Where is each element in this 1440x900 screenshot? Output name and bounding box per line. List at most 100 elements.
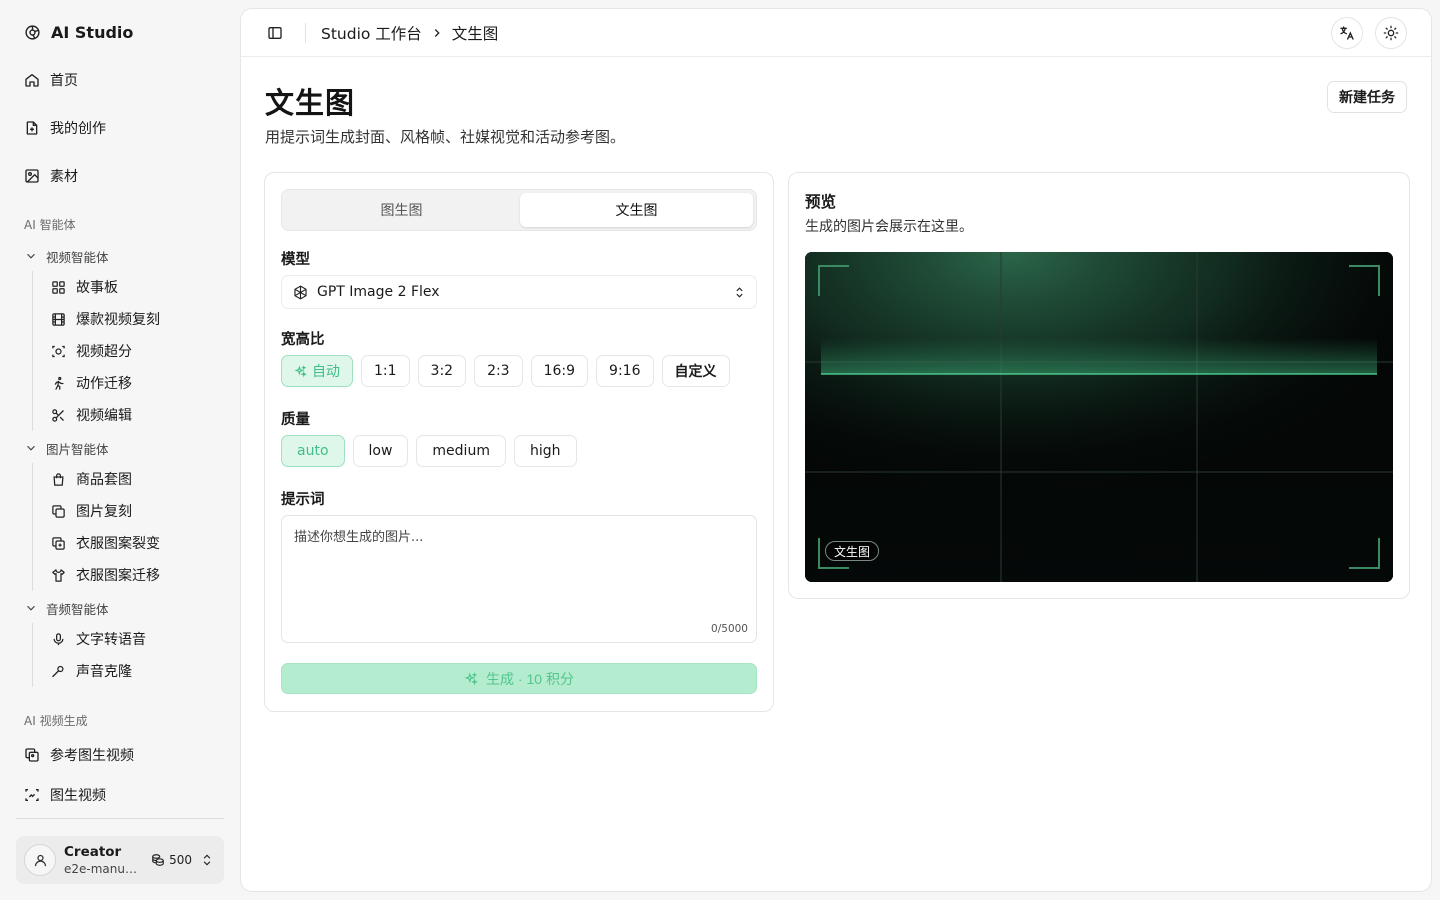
sidebar-item-viral-video-copy[interactable]: 爆款视频复刻 xyxy=(43,303,222,335)
sidebar-item-label: 图生视频 xyxy=(50,788,106,804)
tab-text-to-image[interactable]: 文生图 xyxy=(520,193,753,227)
sidebar-item-product-set[interactable]: 商品套图 xyxy=(43,463,222,495)
sparkles-icon xyxy=(464,671,479,686)
prompt-field: 0/5000 xyxy=(281,515,757,643)
user-icon xyxy=(33,853,48,868)
film-icon xyxy=(51,312,66,327)
quality-label: 质量 xyxy=(281,412,310,428)
group-label: 视频智能体 xyxy=(46,249,109,265)
sidebar-item-label: 视频超分 xyxy=(76,344,132,360)
aspect-option-9-16[interactable]: 9:16 xyxy=(596,355,654,387)
sidebar-item-label: 首页 xyxy=(50,73,78,89)
prompt-input[interactable] xyxy=(282,516,756,642)
sidebar-item-label: 动作迁移 xyxy=(76,376,132,392)
quality-option-low[interactable]: low xyxy=(352,435,409,467)
user-name: Creator xyxy=(64,843,122,860)
group-toggle-audio-agents[interactable]: 音频智能体 xyxy=(24,598,109,618)
quality-option-auto[interactable]: auto xyxy=(281,435,345,467)
chevrons-up-down-icon xyxy=(733,286,746,299)
sidebar-item-label: 视频编辑 xyxy=(76,408,132,424)
sidebar-item-image-copy[interactable]: 图片复刻 xyxy=(43,495,222,527)
aspect-ratio-options: 自动 1:1 3:2 2:3 16:9 9:16 自定义 xyxy=(281,355,730,387)
voice-wand-icon xyxy=(51,664,66,679)
coins-icon xyxy=(151,853,165,867)
user-info: Creator e2e-manua... xyxy=(64,844,143,877)
language-button[interactable] xyxy=(1331,17,1363,49)
quality-option-medium[interactable]: medium xyxy=(416,435,506,467)
topbar-divider xyxy=(305,23,306,43)
sidebar-item-label: 声音克隆 xyxy=(76,664,132,680)
sun-icon xyxy=(1383,25,1399,41)
main-panel: Studio 工作台 文生图 文生图 用提示词生成封面、风格帧、社媒视觉和活动参… xyxy=(240,8,1432,892)
sidebar-item-home[interactable]: 首页 xyxy=(16,64,224,96)
home-icon xyxy=(24,72,40,88)
sidebar-item-pattern-fission[interactable]: 衣服图案裂变 xyxy=(43,527,222,559)
sidebar-divider xyxy=(16,818,224,819)
preview-panel: 预览 生成的图片会展示在这里。 文生图 xyxy=(788,172,1410,599)
preview-canvas: 文生图 xyxy=(805,252,1393,582)
scissors-icon xyxy=(51,408,66,423)
sidebar-item-video-edit[interactable]: 视频编辑 xyxy=(43,399,222,431)
microphone-icon xyxy=(51,632,66,647)
chevron-right-icon xyxy=(430,26,444,40)
sidebar-item-my-creations[interactable]: 我的创作 xyxy=(16,112,224,144)
user-menu[interactable]: Creator e2e-manua... 500 xyxy=(16,836,224,884)
file-icon xyxy=(24,120,40,136)
section-label-ai-video: AI 视频生成 xyxy=(24,714,88,728)
sidebar: AI Studio 首页 我的创作 素材 AI 智能体 视频智能体 故事板 爆款… xyxy=(0,0,240,900)
sidebar-item-video-upscale[interactable]: 视频超分 xyxy=(43,335,222,367)
group-toggle-image-agents[interactable]: 图片智能体 xyxy=(24,438,109,458)
sidebar-item-text-to-speech[interactable]: 文字转语音 xyxy=(43,623,222,655)
topbar: Studio 工作台 文生图 xyxy=(241,9,1431,57)
credits-balance: 500 xyxy=(151,853,192,867)
aspect-ratio-label: 宽高比 xyxy=(281,332,325,348)
model-select[interactable]: GPT Image 2 Flex xyxy=(281,275,757,309)
preview-subtitle: 生成的图片会展示在这里。 xyxy=(805,219,973,235)
sidebar-item-voice-clone[interactable]: 声音克隆 xyxy=(43,655,222,687)
layers-copy-icon xyxy=(51,536,66,551)
quality-option-high[interactable]: high xyxy=(513,435,577,467)
sidebar-item-label: 故事板 xyxy=(76,280,118,296)
aspect-option-3-2[interactable]: 3:2 xyxy=(417,355,467,387)
images-icon xyxy=(24,747,40,763)
avatar xyxy=(24,844,56,876)
audio-agent-list: 文字转语音 声音克隆 xyxy=(32,623,222,687)
new-task-button[interactable]: 新建任务 xyxy=(1327,81,1407,113)
sidebar-item-storyboard[interactable]: 故事板 xyxy=(43,271,222,303)
tab-image-to-image[interactable]: 图生图 xyxy=(285,193,518,227)
sidebar-item-ref-image-to-video[interactable]: 参考图生视频 xyxy=(16,739,224,771)
sidebar-item-motion-transfer[interactable]: 动作迁移 xyxy=(43,367,222,399)
shopping-bag-icon xyxy=(51,472,66,487)
aspect-option-custom[interactable]: 自定义 xyxy=(661,355,730,387)
chip-label: 自动 xyxy=(312,364,340,380)
theme-toggle-button[interactable] xyxy=(1375,17,1407,49)
aspect-option-16-9[interactable]: 16:9 xyxy=(530,355,589,387)
sidebar-item-pattern-transfer[interactable]: 衣服图案迁移 xyxy=(43,559,222,591)
prompt-char-counter: 0/5000 xyxy=(711,623,748,635)
sidebar-toggle-button[interactable] xyxy=(265,23,285,43)
generate-button[interactable]: 生成 · 10 积分 xyxy=(281,663,757,694)
sidebar-item-image-to-video[interactable]: 图生视频 xyxy=(16,779,224,811)
sidebar-item-assets[interactable]: 素材 xyxy=(16,160,224,192)
breadcrumb-root[interactable]: Studio 工作台 xyxy=(321,22,422,44)
grid-icon xyxy=(51,280,66,295)
sidebar-item-label: 图片复刻 xyxy=(76,504,132,520)
scan-face-icon xyxy=(24,787,40,803)
page-title: 文生图 xyxy=(265,86,356,120)
chevron-down-icon xyxy=(24,601,38,615)
aspect-option-1-1[interactable]: 1:1 xyxy=(361,355,410,387)
group-label: 音频智能体 xyxy=(46,601,109,617)
section-label-ai-agent: AI 智能体 xyxy=(24,218,76,232)
prompt-label: 提示词 xyxy=(281,492,325,508)
sidebar-item-label: 爆款视频复刻 xyxy=(76,312,160,328)
breadcrumb: Studio 工作台 文生图 xyxy=(321,22,498,44)
brand[interactable]: AI Studio xyxy=(24,22,133,42)
chevrons-up-down-icon xyxy=(200,853,214,867)
aspect-option-auto[interactable]: 自动 xyxy=(281,355,353,387)
aspect-option-2-3[interactable]: 2:3 xyxy=(474,355,523,387)
preview-mode-tag: 文生图 xyxy=(825,541,880,561)
sidebar-item-label: 参考图生视频 xyxy=(50,748,134,764)
copy-icon xyxy=(51,504,66,519)
group-toggle-video-agents[interactable]: 视频智能体 xyxy=(24,246,109,266)
image-icon xyxy=(24,168,40,184)
